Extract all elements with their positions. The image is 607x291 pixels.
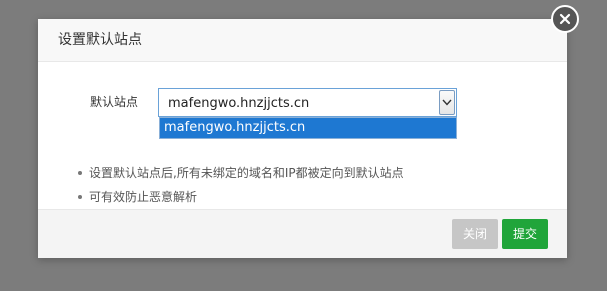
default-site-select[interactable]: mafengwo.hnzjjcts.cn bbox=[158, 88, 457, 117]
tip-text: 可有效防止恶意解析 bbox=[89, 190, 198, 204]
dialog-title: 设置默认站点 bbox=[58, 32, 142, 48]
selected-site-value: mafengwo.hnzjjcts.cn bbox=[168, 96, 310, 111]
dialog-footer: 关闭 提交 bbox=[38, 209, 567, 258]
dialog-body: 默认站点 mafengwo.hnzjjcts.cn mafengwo.hnzjj… bbox=[38, 62, 567, 209]
close-button[interactable]: 关闭 bbox=[452, 219, 498, 249]
bullet-icon bbox=[78, 195, 82, 199]
submit-button[interactable]: 提交 bbox=[502, 219, 548, 249]
dropdown-option[interactable]: mafengwo.hnzjjcts.cn bbox=[160, 118, 456, 138]
bullet-icon bbox=[78, 171, 82, 175]
tips-list: 设置默认站点后,所有未绑定的域名和IP都被定向到默认站点 可有效防止恶意解析 bbox=[78, 166, 404, 214]
set-default-site-dialog: 设置默认站点 默认站点 mafengwo.hnzjjcts.cn mafengw… bbox=[38, 19, 567, 258]
tip-item: 设置默认站点后,所有未绑定的域名和IP都被定向到默认站点 bbox=[78, 166, 404, 190]
tip-text: 设置默认站点后,所有未绑定的域名和IP都被定向到默认站点 bbox=[89, 166, 404, 180]
chevron-down-icon[interactable] bbox=[439, 90, 455, 115]
dialog-header: 设置默认站点 bbox=[38, 19, 567, 62]
site-dropdown-list: mafengwo.hnzjjcts.cn bbox=[159, 117, 457, 139]
default-site-label: 默认站点 bbox=[90, 95, 139, 109]
close-icon[interactable] bbox=[551, 5, 579, 33]
